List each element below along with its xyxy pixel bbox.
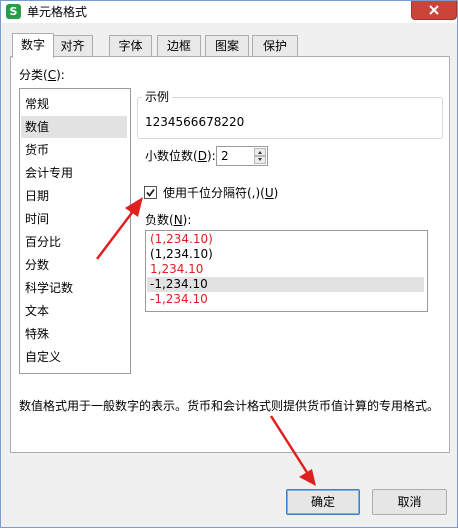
thousands-separator-label: 使用千位分隔符(,)(U)	[163, 186, 279, 200]
category-item-time[interactable]: 时间	[21, 208, 127, 230]
tab-font[interactable]: 字体	[109, 35, 152, 56]
decimal-places-stepper[interactable]: 2	[216, 146, 268, 166]
category-item-general[interactable]: 常规	[21, 93, 127, 115]
triangle-up-icon	[258, 151, 262, 154]
format-cells-dialog: S 单元格格式 数字 对齐 字体 边框 图案 保护 分类(C): 常规 数值 货…	[0, 0, 458, 528]
category-item-fraction[interactable]: 分数	[21, 254, 127, 276]
category-item-special[interactable]: 特殊	[21, 323, 127, 345]
dialog-body: 数字 对齐 字体 边框 图案 保护 分类(C): 常规 数值 货币 会计专用 日…	[2, 24, 456, 526]
triangle-down-icon	[258, 158, 262, 161]
tab-number[interactable]: 数字	[12, 33, 54, 58]
category-item-text[interactable]: 文本	[21, 300, 127, 322]
negative-format-option[interactable]: -1,234.10	[147, 292, 424, 307]
format-description: 数值格式用于一般数字的表示。货币和会计格式则提供货币值计算的专用格式。	[19, 399, 440, 413]
title-bar: S 单元格格式	[1, 1, 457, 23]
category-item-scientific[interactable]: 科学记数	[21, 277, 127, 299]
tab-protection[interactable]: 保护	[252, 35, 298, 56]
negative-numbers-label: 负数(N):	[145, 213, 192, 227]
negative-numbers-list[interactable]: (1,234.10) (1,234.10) 1,234.10 -1,234.10…	[145, 230, 428, 312]
negative-format-option[interactable]: (1,234.10)	[147, 247, 424, 262]
tab-alignment[interactable]: 对齐	[52, 35, 93, 56]
spin-up-button[interactable]	[254, 148, 266, 156]
category-item-number[interactable]: 数值	[21, 116, 127, 138]
category-item-date[interactable]: 日期	[21, 185, 127, 207]
category-item-accounting[interactable]: 会计专用	[21, 162, 127, 184]
decimal-places-label: 小数位数(D):	[145, 149, 216, 163]
negative-format-option[interactable]: (1,234.10)	[147, 232, 424, 247]
tab-border[interactable]: 边框	[157, 35, 201, 56]
ok-button[interactable]: 确定	[286, 489, 360, 515]
negative-format-option[interactable]: -1,234.10	[147, 277, 424, 292]
dialog-title: 单元格格式	[27, 5, 88, 19]
wps-spreadsheet-icon: S	[6, 4, 21, 19]
checkmark-icon	[146, 188, 155, 197]
close-icon	[429, 5, 439, 15]
category-list[interactable]: 常规 数值 货币 会计专用 日期 时间 百分比 分数 科学记数 文本 特殊 自定…	[19, 88, 131, 374]
spin-down-button[interactable]	[254, 156, 266, 164]
decimal-places-value: 2	[221, 149, 229, 163]
negative-format-option[interactable]: 1,234.10	[147, 262, 424, 277]
sample-value: 1234566678220	[145, 115, 245, 129]
number-tab-panel: 分类(C): 常规 数值 货币 会计专用 日期 时间 百分比 分数 科学记数 文…	[10, 56, 450, 453]
tab-pattern[interactable]: 图案	[205, 35, 249, 56]
cancel-button[interactable]: 取消	[372, 489, 447, 515]
sample-legend: 示例	[142, 90, 173, 104]
category-item-custom[interactable]: 自定义	[21, 346, 127, 368]
thousands-separator-checkbox[interactable]	[144, 186, 157, 199]
category-item-percentage[interactable]: 百分比	[21, 231, 127, 253]
category-item-currency[interactable]: 货币	[21, 139, 127, 161]
category-label: 分类(C):	[19, 68, 65, 82]
close-button[interactable]	[411, 1, 457, 20]
